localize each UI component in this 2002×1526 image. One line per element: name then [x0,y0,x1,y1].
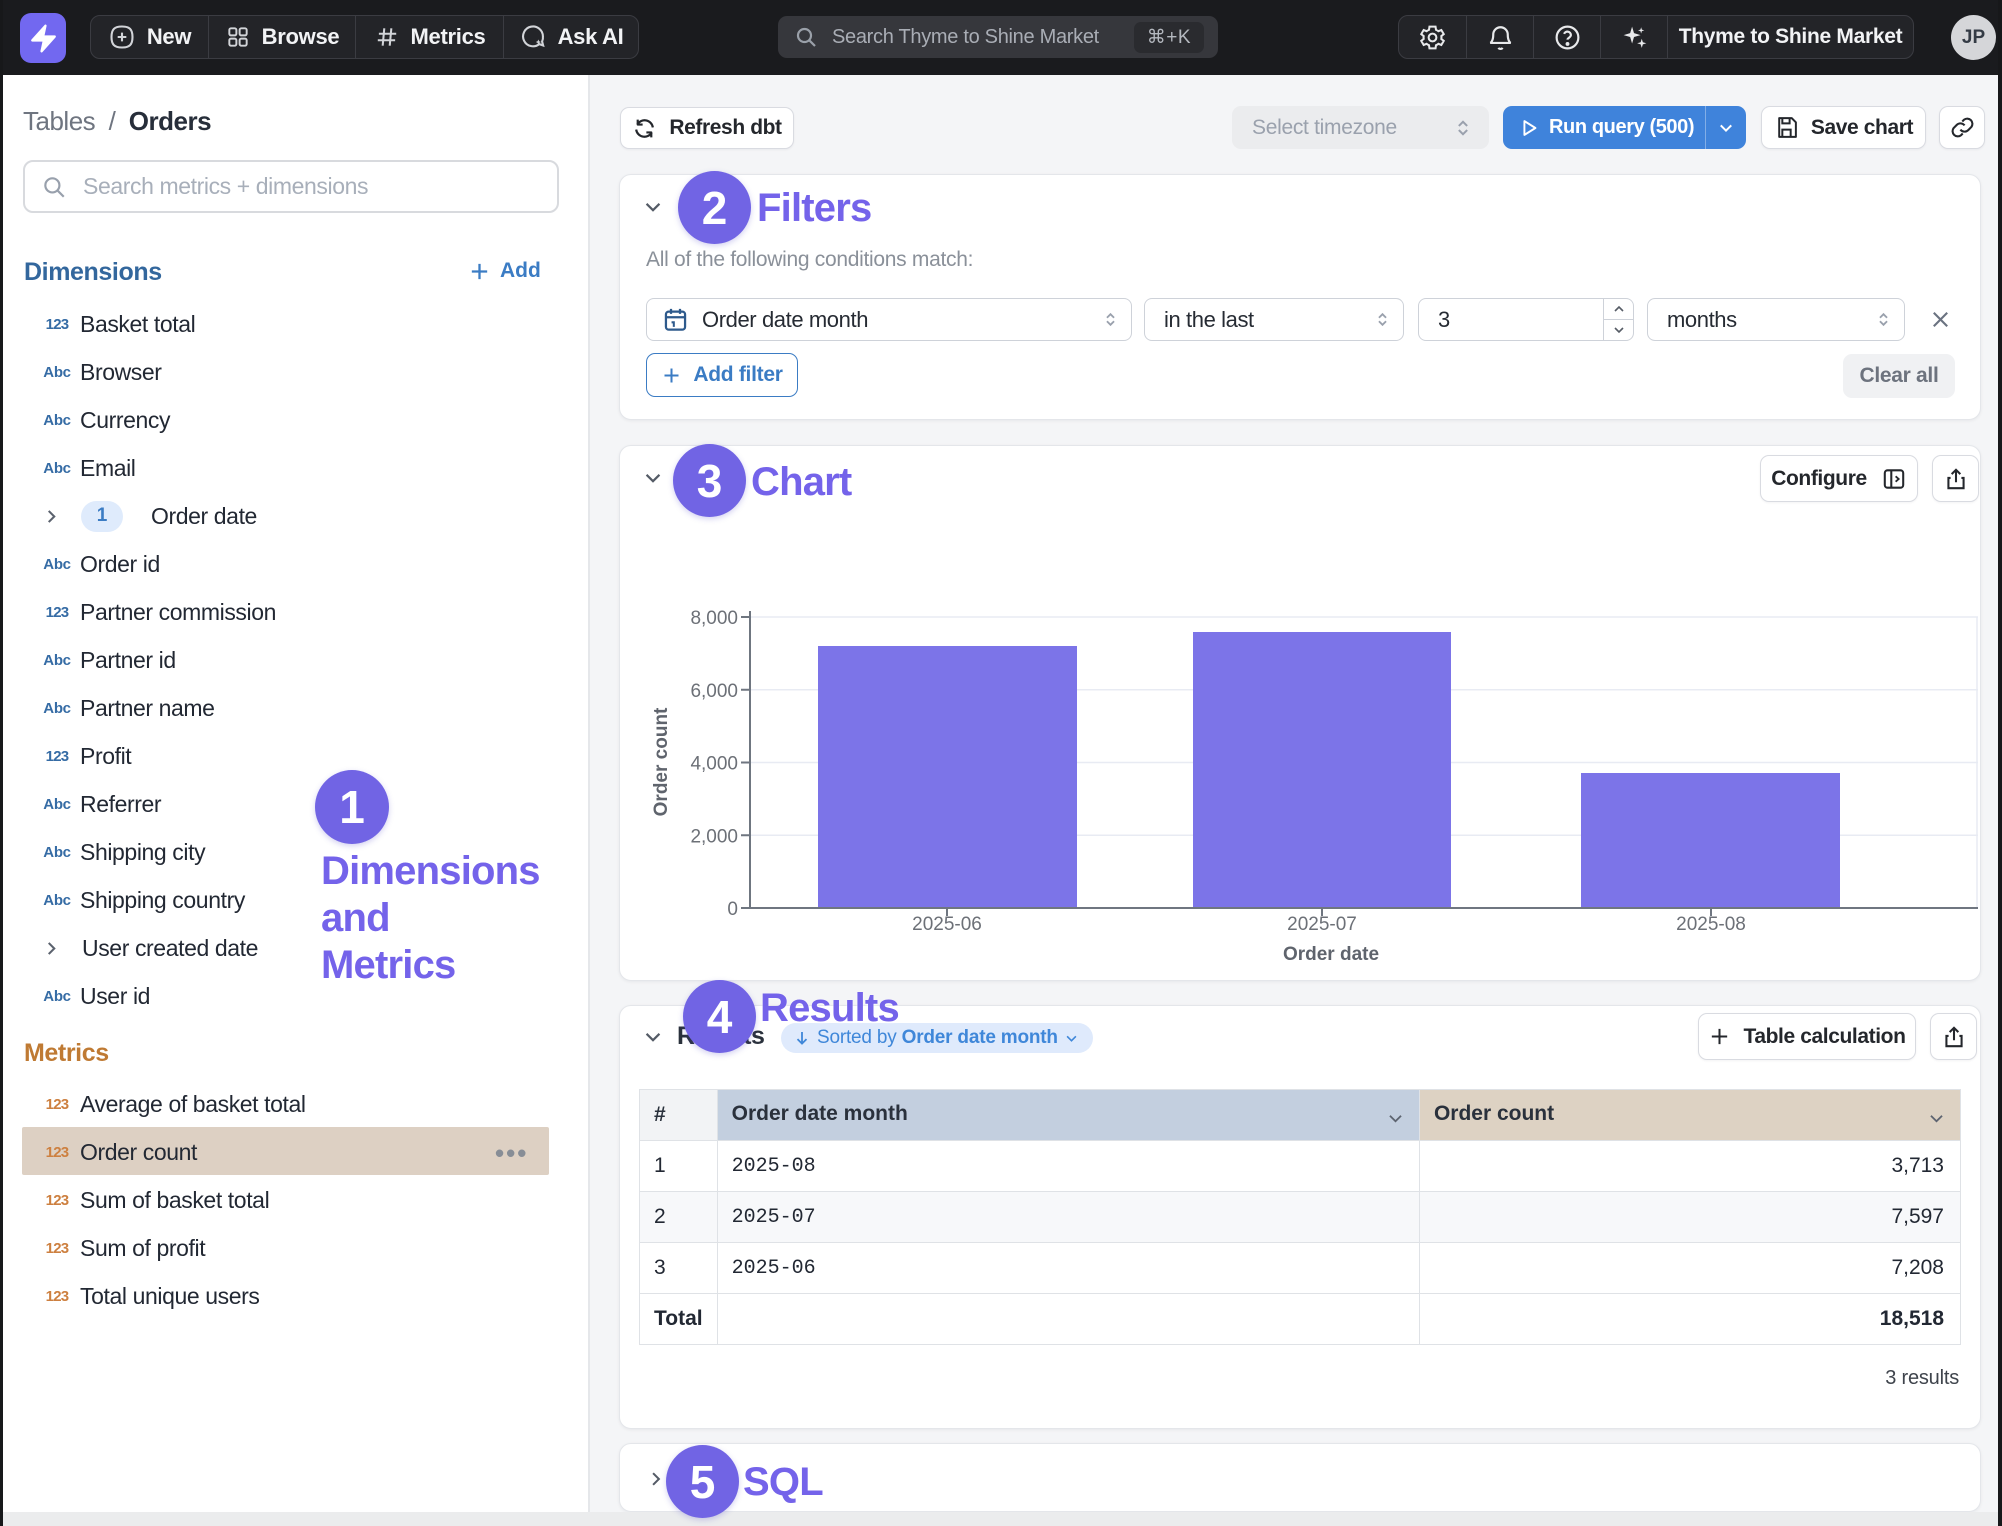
svg-text:4,000: 4,000 [690,754,738,775]
svg-text:Order date: Order date [1283,944,1379,965]
svg-text:2025-07: 2025-07 [1287,914,1357,935]
svg-text:2,000: 2,000 [690,826,738,847]
svg-text:0: 0 [727,899,738,920]
svg-text:6,000: 6,000 [690,681,738,702]
svg-text:8,000: 8,000 [690,608,738,629]
svg-text:Order count: Order count [651,707,672,816]
svg-text:2025-06: 2025-06 [912,914,982,935]
svg-text:2025-08: 2025-08 [1676,914,1746,935]
